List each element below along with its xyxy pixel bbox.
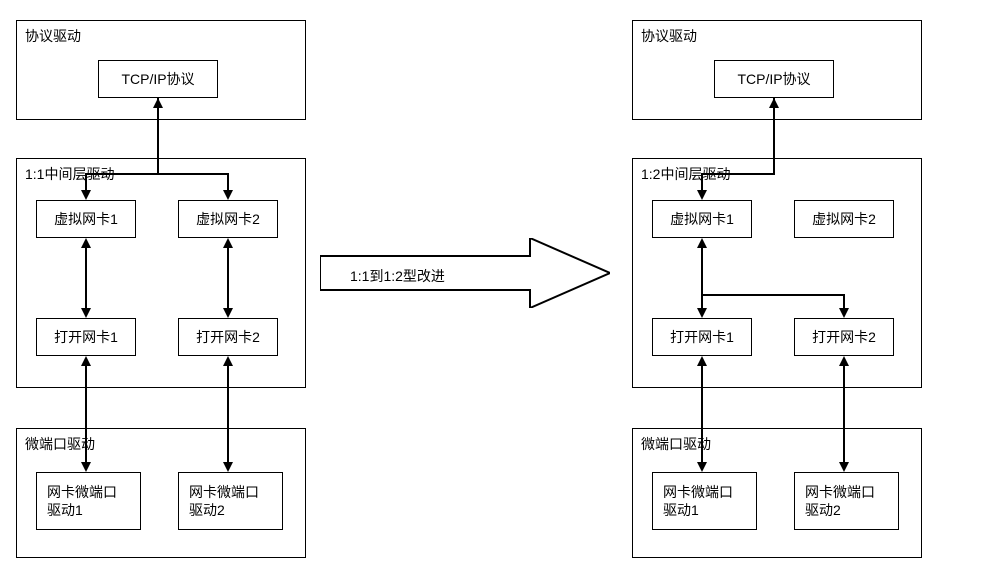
left-miniport-1-line1: 网卡微端口 (47, 483, 117, 501)
left-miniport-2-box: 网卡微端口 驱动2 (178, 472, 283, 530)
left-arrowhead-o1-m1-up (81, 356, 91, 366)
left-virtual-card-2-box: 虚拟网卡2 (178, 200, 278, 238)
left-virtual-card-2-label: 虚拟网卡2 (196, 210, 260, 228)
left-miniport-1-line2: 驱动1 (47, 501, 83, 519)
right-miniport-1-box: 网卡微端口 驱动1 (652, 472, 757, 530)
right-arrow-tcp-down (773, 98, 775, 173)
left-open-card-2-box: 打开网卡2 (178, 318, 278, 356)
left-tcp-ip-label: TCP/IP协议 (121, 70, 194, 88)
right-open-card-1-box: 打开网卡1 (652, 318, 752, 356)
right-protocol-driver-label: 协议驱动 (641, 26, 913, 46)
right-arrowhead-o1-m1-up (697, 356, 707, 366)
right-miniport-1-line1: 网卡微端口 (663, 483, 733, 501)
left-open-card-1-label: 打开网卡1 (54, 328, 118, 346)
left-miniport-2-line1: 网卡微端口 (189, 483, 259, 501)
right-virtual-card-1-box: 虚拟网卡1 (652, 200, 752, 238)
left-tcp-ip-box: TCP/IP协议 (98, 60, 218, 98)
right-open-card-1-label: 打开网卡1 (670, 328, 734, 346)
left-arrow-v2-o2 (227, 246, 229, 311)
right-middle-driver-label: 1:2中间层驱动 (641, 164, 913, 184)
right-arrowhead-o1 (697, 308, 707, 318)
right-arrowhead-o1-m1-down (697, 462, 707, 472)
right-open-card-2-box: 打开网卡2 (794, 318, 894, 356)
left-arrowhead-o2-m2-down (223, 462, 233, 472)
left-arrow-tcp-fork-h (85, 173, 229, 175)
right-arrow-v1-fork-h (701, 294, 845, 296)
left-arrow-o2-m2 (227, 364, 229, 464)
network-driver-diagram: 协议驱动 TCP/IP协议 1:1中间层驱动 虚拟网卡1 虚拟网卡2 打开网卡1… (0, 0, 1000, 587)
right-arrowhead-tcp-v1 (697, 190, 707, 200)
right-virtual-card-2-label: 虚拟网卡2 (812, 210, 876, 228)
left-arrow-o1-m1 (85, 364, 87, 464)
left-arrowhead-tcp-v1 (81, 190, 91, 200)
right-tcp-ip-box: TCP/IP协议 (714, 60, 834, 98)
right-open-card-2-label: 打开网卡2 (812, 328, 876, 346)
right-miniport-2-line2: 驱动2 (805, 501, 841, 519)
left-arrowhead-o1-m1-down (81, 462, 91, 472)
right-arrowhead-o2-m2-up (839, 356, 849, 366)
left-arrow-v1-o1 (85, 246, 87, 311)
right-miniport-2-box: 网卡微端口 驱动2 (794, 472, 899, 530)
right-virtual-card-1-label: 虚拟网卡1 (670, 210, 734, 228)
left-miniport-driver-label: 微端口驱动 (25, 434, 297, 454)
right-tcp-ip-label: TCP/IP协议 (737, 70, 810, 88)
left-arrowhead-v2-o2-up (223, 238, 233, 248)
right-arrowhead-o2 (839, 308, 849, 318)
right-arrowhead-o2-m2-down (839, 462, 849, 472)
right-miniport-1-line2: 驱动1 (663, 501, 699, 519)
right-arrow-tcp-h (701, 173, 775, 175)
left-virtual-card-1-box: 虚拟网卡1 (36, 200, 136, 238)
right-arrowhead-v1-up (697, 238, 707, 248)
left-miniport-1-box: 网卡微端口 驱动1 (36, 472, 141, 530)
left-open-card-2-label: 打开网卡2 (196, 328, 260, 346)
left-arrowhead-o2-m2-up (223, 356, 233, 366)
left-open-card-1-box: 打开网卡1 (36, 318, 136, 356)
left-arrowhead-v1-o1-down (81, 308, 91, 318)
left-arrowhead-v2-o2-down (223, 308, 233, 318)
right-arrow-o2-m2 (843, 364, 845, 464)
left-arrowhead-tcp-up (153, 98, 163, 108)
right-miniport-2-line1: 网卡微端口 (805, 483, 875, 501)
right-arrow-o1-m1 (701, 364, 703, 464)
right-arrow-v1-down (701, 246, 703, 294)
left-protocol-driver-label: 协议驱动 (25, 26, 297, 46)
left-miniport-2-line2: 驱动2 (189, 501, 225, 519)
right-arrowhead-tcp-up (769, 98, 779, 108)
right-miniport-driver-label: 微端口驱动 (641, 434, 913, 454)
left-arrowhead-v1-o1-up (81, 238, 91, 248)
right-virtual-card-2-box: 虚拟网卡2 (794, 200, 894, 238)
left-virtual-card-1-label: 虚拟网卡1 (54, 210, 118, 228)
big-arrow-label: 1:1到1:2型改进 (350, 266, 445, 286)
left-arrowhead-tcp-v2 (223, 190, 233, 200)
left-arrow-tcp-down (157, 98, 159, 173)
